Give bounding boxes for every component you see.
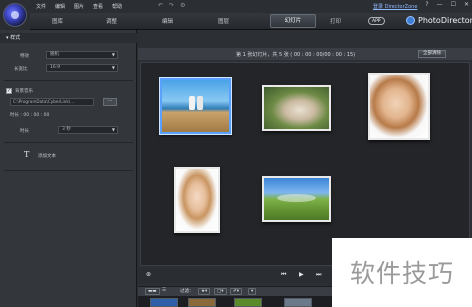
filter-label: 过滤： xyxy=(180,289,194,294)
chevron-down-icon: ▼ xyxy=(111,127,115,132)
tab-layers[interactable]: 图层 xyxy=(218,17,229,25)
divider xyxy=(4,80,133,81)
duration-value: 3 秒 xyxy=(62,127,71,132)
divider xyxy=(4,142,133,143)
aspect-value: 16:9 xyxy=(50,65,61,70)
chevron-down-icon: ▼ xyxy=(111,65,115,70)
music-length-label: 时长 : 00 : 00 : 00 xyxy=(10,113,50,118)
title-bar: 文件 编辑 图片 查看 帮助 ↶ ↷ ⚙ 登录 DirectorZone ? —… xyxy=(0,0,472,13)
menu-image[interactable]: 图片 xyxy=(74,3,84,10)
tab-adjust[interactable]: 调整 xyxy=(106,17,117,25)
menu-file[interactable]: 文件 xyxy=(36,3,46,10)
add-text-icon[interactable]: T xyxy=(24,150,34,160)
divider xyxy=(4,170,133,171)
slideshow-settings-panel: ▾ 样式 特效 随机 ▼ 长宽比 16:9 ▼ ✓ 背景音乐 C:\Progra… xyxy=(0,30,137,307)
app-badge[interactable]: APP xyxy=(368,17,385,25)
previous-icon[interactable]: ⏮ xyxy=(281,271,286,279)
effect-value: 随机 xyxy=(50,52,59,57)
slide-thumbnail-beach[interactable] xyxy=(159,77,232,135)
duration-select[interactable]: 3 秒 ▼ xyxy=(58,126,118,134)
brand: PhotoDirector xyxy=(406,16,472,25)
music-checkbox[interactable]: ✓ xyxy=(6,88,12,94)
music-path-field[interactable]: C:\ProgramData\CyberLink\... xyxy=(10,98,94,106)
login-directorzone-link[interactable]: 登录 DirectorZone xyxy=(373,3,417,10)
photodirector-icon xyxy=(406,16,415,25)
flag-filter-dropdown[interactable]: □▾ xyxy=(214,288,227,295)
redo-icon[interactable]: ↷ xyxy=(169,2,174,9)
filmstrip-item[interactable] xyxy=(284,298,312,307)
slide-thumbnail-smiling-woman[interactable] xyxy=(368,73,430,140)
browse-music-button[interactable]: ··· xyxy=(103,98,117,106)
maximize-icon[interactable]: ☐ xyxy=(451,1,456,8)
help-icon[interactable]: ? xyxy=(425,1,428,8)
chevron-down-icon: ▼ xyxy=(111,52,115,57)
tab-slideshow[interactable]: 幻灯片 xyxy=(270,14,316,28)
slide-thumbnail-green-field[interactable] xyxy=(262,176,331,222)
section-title: 样式 xyxy=(10,35,21,41)
brand-name: PhotoDirector xyxy=(418,16,472,25)
watermark-overlay: 软件技巧 xyxy=(332,238,472,307)
menu-view[interactable]: 查看 xyxy=(93,3,103,10)
photodirector-window: 文件 编辑 图片 查看 帮助 ↶ ↷ ⚙ 登录 DirectorZone ? —… xyxy=(0,0,472,307)
filmstrip-item[interactable] xyxy=(234,298,262,307)
menu-bar: 文件 编辑 图片 查看 帮助 xyxy=(36,3,122,10)
aspect-label: 长宽比 xyxy=(14,67,28,72)
slide-stage xyxy=(140,62,470,266)
effect-select[interactable]: 随机 ▼ xyxy=(46,51,118,59)
rating-filter-dropdown[interactable]: ★▾ xyxy=(198,288,211,295)
snapshot-icon[interactable]: ⊛ xyxy=(146,271,151,278)
play-icon[interactable]: ▶ xyxy=(299,271,304,278)
tab-edit[interactable]: 编辑 xyxy=(162,17,173,25)
close-icon[interactable]: ✕ xyxy=(464,1,469,8)
aspect-select[interactable]: 16:9 ▼ xyxy=(46,64,118,72)
label-filter-dropdown[interactable]: ✐▾ xyxy=(230,288,243,295)
window-controls: ? — ☐ ✕ xyxy=(425,1,469,8)
undo-icon[interactable]: ↶ xyxy=(158,2,163,9)
quick-toolbar: ↶ ↷ ⚙ xyxy=(158,2,185,9)
slide-thumbnail-dog[interactable] xyxy=(262,85,331,131)
tab-library[interactable]: 图库 xyxy=(52,17,63,25)
list-view-button[interactable]: ☰ xyxy=(162,288,166,293)
next-icon[interactable]: ⏭ xyxy=(316,271,321,279)
slide-info-bar: 第 1 张幻灯片，共 5 张 ( 00 : 00 : 00/00 : 00 : … xyxy=(138,48,472,60)
clear-all-button[interactable]: 全部清除 xyxy=(418,50,446,58)
filmstrip-item[interactable] xyxy=(188,298,216,307)
add-text-label[interactable]: 添加文本 xyxy=(38,153,56,159)
slide-thumbnail-laughing-woman[interactable] xyxy=(174,167,220,233)
sort-dropdown[interactable]: ▾ xyxy=(248,288,257,295)
menu-edit[interactable]: 编辑 xyxy=(55,3,65,10)
effect-label: 特效 xyxy=(20,54,29,59)
filmstrip-item[interactable] xyxy=(150,298,178,307)
music-label: 背景音乐 xyxy=(15,89,33,94)
mode-tab-bar: 图库 调整 编辑 图层 幻灯片 打印 APP PhotoDirector xyxy=(30,13,472,30)
watermark-text: 软件技巧 xyxy=(349,259,454,288)
slide-count-text: 第 1 张幻灯片，共 5 张 ( 00 : 00 : 00/00 : 00 : … xyxy=(236,52,356,58)
duration-label: 时长 xyxy=(20,129,29,134)
settings-icon[interactable]: ⚙ xyxy=(180,2,185,9)
tab-print[interactable]: 打印 xyxy=(330,17,341,25)
minimize-icon[interactable]: — xyxy=(437,1,443,8)
menu-help[interactable]: 帮助 xyxy=(112,3,122,10)
app-logo-icon xyxy=(3,3,27,27)
style-section-header[interactable]: ▾ 样式 xyxy=(0,33,137,43)
filmstrip-view-button[interactable]: ▬▬ xyxy=(145,288,160,295)
